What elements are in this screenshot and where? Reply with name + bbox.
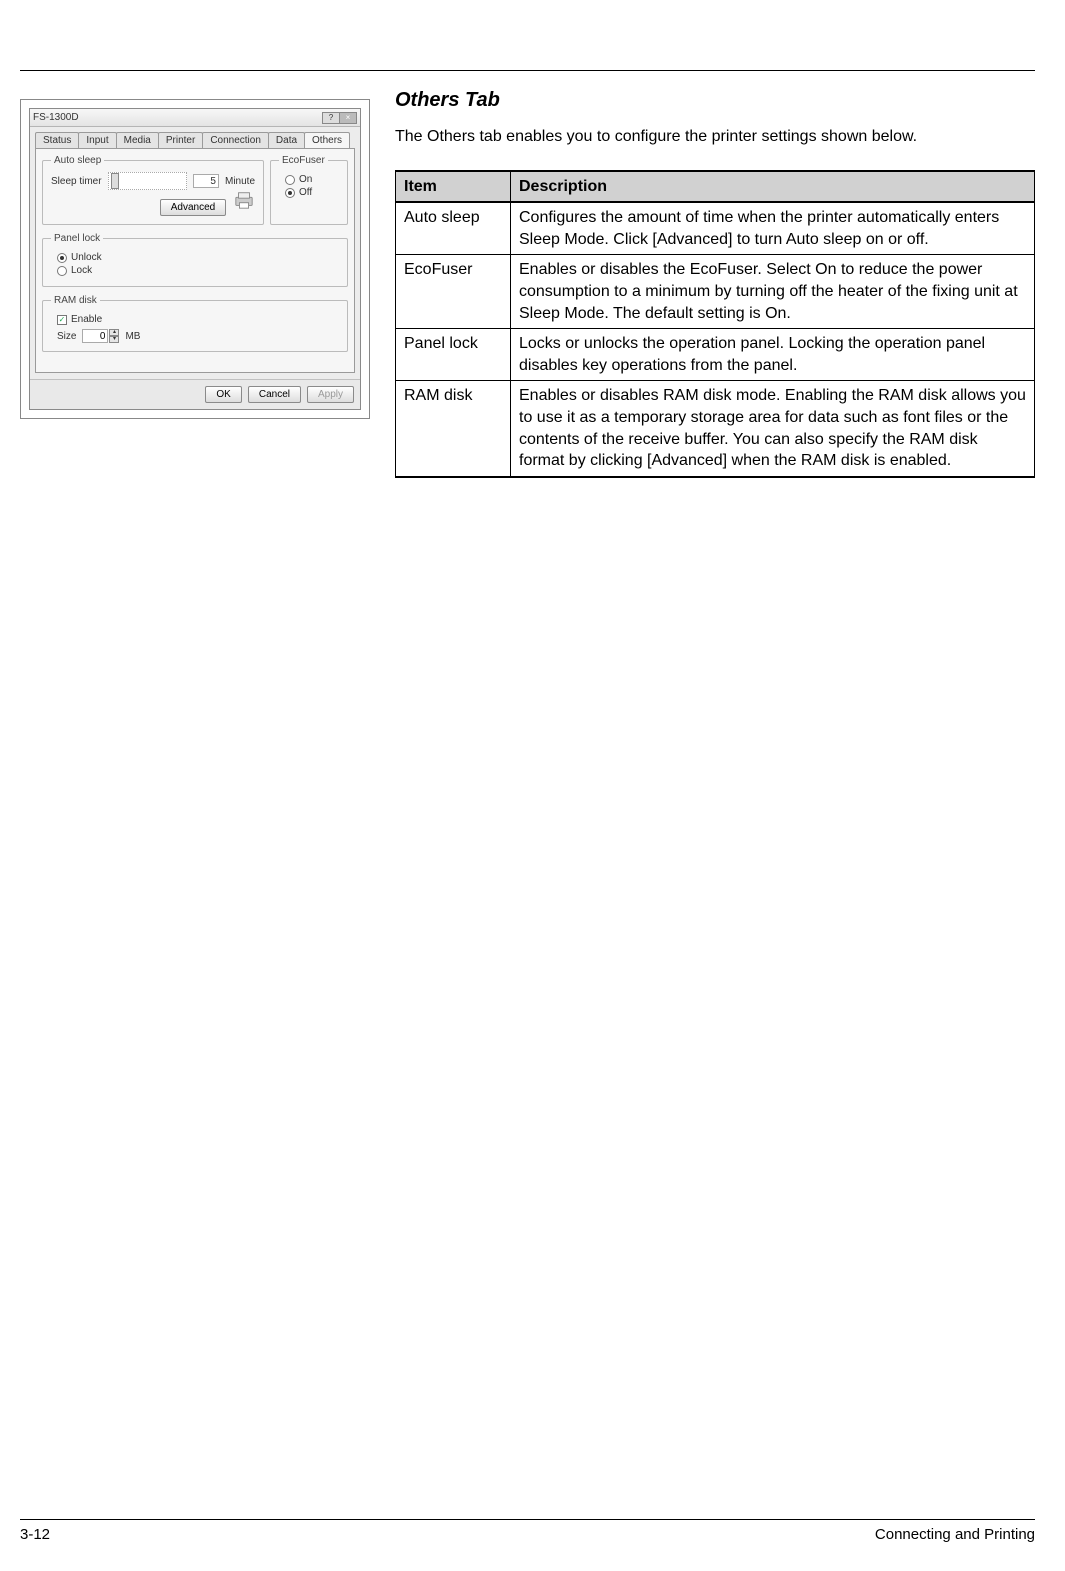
- ram-disk-enable-row[interactable]: Enable: [57, 314, 339, 325]
- group-ram-disk: RAM disk Enable Size ▴▾: [42, 295, 348, 352]
- legend-panel-lock: Panel lock: [51, 233, 103, 244]
- group-panel-lock: Panel lock Unlock Lock: [42, 233, 348, 287]
- ram-disk-size-input[interactable]: [82, 329, 108, 343]
- panel-unlock-row[interactable]: Unlock: [57, 252, 339, 263]
- table-row: Panel lock Locks or unlocks the operatio…: [396, 329, 1035, 381]
- cancel-button[interactable]: Cancel: [248, 386, 301, 403]
- radio-icon: [285, 175, 295, 185]
- sleep-timer-unit: Minute: [225, 176, 255, 187]
- top-rule: [20, 70, 1035, 71]
- tab-input[interactable]: Input: [78, 132, 116, 148]
- label-sleep-timer: Sleep timer: [51, 176, 102, 187]
- tab-status[interactable]: Status: [35, 132, 79, 148]
- cell-item: Panel lock: [396, 329, 511, 381]
- ram-disk-size-spinner[interactable]: ▴▾: [82, 329, 119, 343]
- dialog-buttons: OK Cancel Apply: [30, 379, 360, 409]
- window-title: FS-1300D: [33, 112, 79, 123]
- tab-body: Auto sleep Sleep timer 5 Minute Advanced: [35, 148, 355, 373]
- cell-desc: Enables or disables the EcoFuser. Select…: [511, 255, 1035, 329]
- radio-icon: [57, 253, 67, 263]
- ram-disk-size-unit: MB: [125, 331, 140, 342]
- th-item: Item: [396, 171, 511, 203]
- table-row: Auto sleep Configures the amount of time…: [396, 202, 1035, 255]
- panel-lock-label: Lock: [71, 265, 92, 276]
- intro-text: The Others tab enables you to configure …: [395, 126, 1035, 148]
- ecofuser-off-row[interactable]: Off: [285, 187, 339, 198]
- sleep-timer-slider[interactable]: [108, 172, 187, 190]
- tab-others[interactable]: Others: [304, 132, 350, 148]
- ram-disk-size-label: Size: [57, 331, 76, 342]
- ok-button[interactable]: OK: [205, 386, 241, 403]
- group-auto-sleep: Auto sleep Sleep timer 5 Minute Advanced: [42, 155, 264, 225]
- radio-icon: [285, 188, 295, 198]
- ecofuser-on-row[interactable]: On: [285, 174, 339, 185]
- radio-icon: [57, 266, 67, 276]
- ecofuser-off-label: Off: [299, 187, 312, 198]
- advanced-button[interactable]: Advanced: [160, 199, 226, 216]
- titlebar: FS-1300D ? ×: [30, 109, 360, 127]
- window-controls: ? ×: [323, 112, 357, 124]
- description-table: Item Description Auto sleep Configures t…: [395, 170, 1035, 478]
- legend-ram-disk: RAM disk: [51, 295, 100, 306]
- table-row: RAM disk Enables or disables RAM disk mo…: [396, 381, 1035, 477]
- printer-icon: [233, 190, 255, 210]
- tab-data[interactable]: Data: [268, 132, 305, 148]
- tabstrip: Status Input Media Printer Connection Da…: [30, 127, 360, 148]
- group-ecofuser: EcoFuser On Off: [270, 155, 348, 225]
- tab-media[interactable]: Media: [116, 132, 159, 148]
- legend-auto-sleep: Auto sleep: [51, 155, 104, 166]
- checkbox-icon: [57, 315, 67, 325]
- page-footer: 3-12 Connecting and Printing: [20, 1519, 1035, 1543]
- legend-ecofuser: EcoFuser: [279, 155, 328, 166]
- footer-chapter: Connecting and Printing: [875, 1526, 1035, 1543]
- tab-printer[interactable]: Printer: [158, 132, 203, 148]
- cell-desc: Configures the amount of time when the p…: [511, 202, 1035, 255]
- cell-desc: Enables or disables RAM disk mode. Enabl…: [511, 381, 1035, 477]
- ecofuser-on-label: On: [299, 174, 312, 185]
- panel-lock-row[interactable]: Lock: [57, 265, 339, 276]
- sleep-timer-value: 5: [193, 174, 219, 188]
- panel-unlock-label: Unlock: [71, 252, 102, 263]
- cell-item: EcoFuser: [396, 255, 511, 329]
- spin-down-icon[interactable]: ▾: [109, 336, 119, 343]
- ram-disk-enable-label: Enable: [71, 314, 102, 325]
- apply-button[interactable]: Apply: [307, 386, 354, 403]
- close-button[interactable]: ×: [339, 112, 357, 124]
- th-description: Description: [511, 171, 1035, 203]
- dialog-window: FS-1300D ? × Status Input Media Printer …: [29, 108, 361, 410]
- cell-desc: Locks or unlocks the operation panel. Lo…: [511, 329, 1035, 381]
- table-row: EcoFuser Enables or disables the EcoFuse…: [396, 255, 1035, 329]
- cell-item: Auto sleep: [396, 202, 511, 255]
- section-title: Others Tab: [395, 89, 1035, 112]
- help-button[interactable]: ?: [322, 112, 340, 124]
- footer-page-number: 3-12: [20, 1526, 50, 1543]
- spin-up-icon[interactable]: ▴: [109, 329, 119, 336]
- tab-connection[interactable]: Connection: [202, 132, 269, 148]
- cell-item: RAM disk: [396, 381, 511, 477]
- dialog-screenshot: FS-1300D ? × Status Input Media Printer …: [20, 99, 370, 419]
